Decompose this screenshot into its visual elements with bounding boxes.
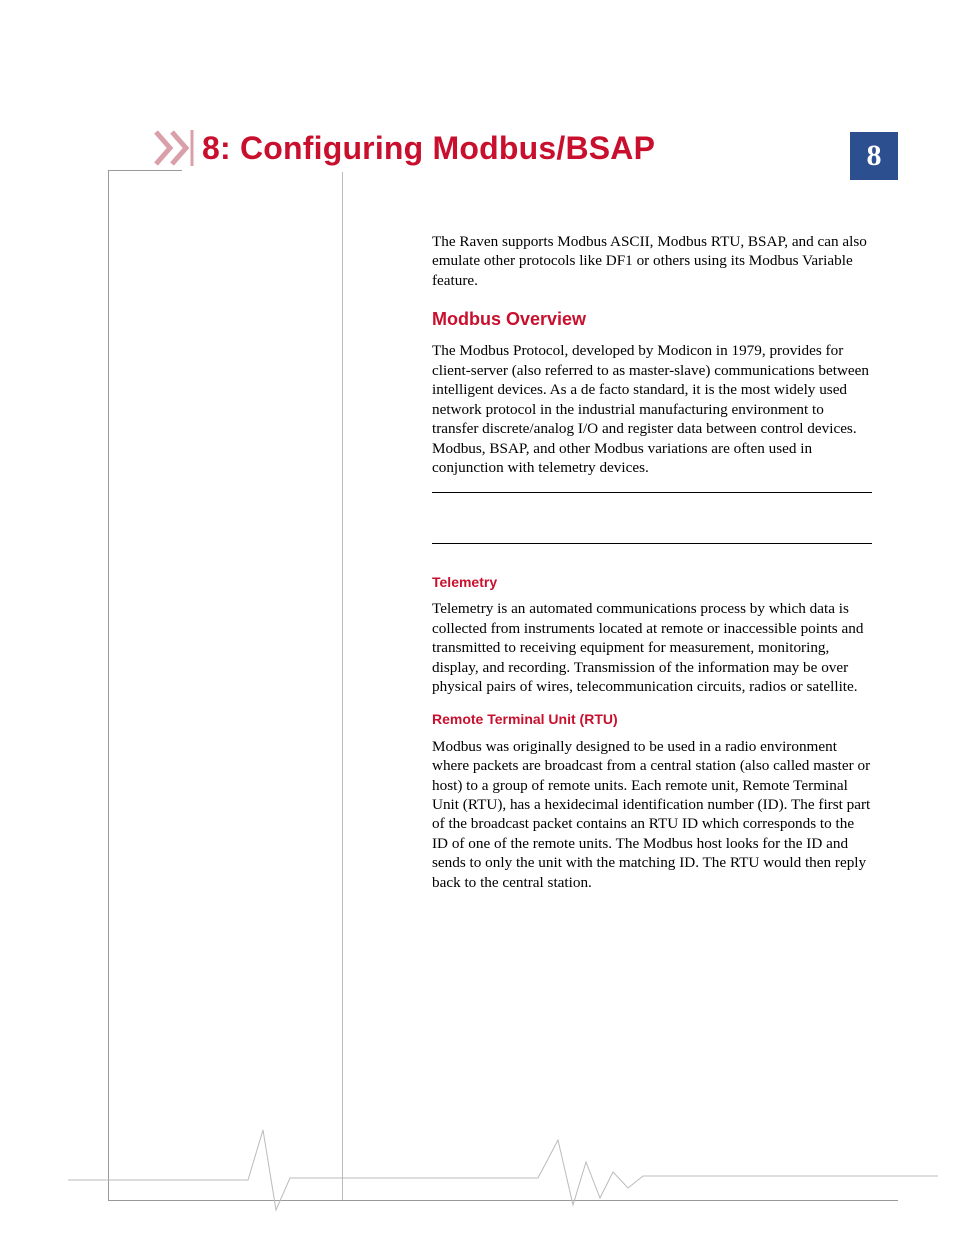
chapter-number: 8 <box>867 139 882 173</box>
chapter-number-badge: 8 <box>850 132 898 180</box>
heading-rtu: Remote Terminal Unit (RTU) <box>432 711 872 729</box>
heading-modbus-overview: Modbus Overview <box>432 308 872 331</box>
overview-paragraph: The Modbus Protocol, developed by Modico… <box>432 341 872 477</box>
section-rule-1 <box>432 492 872 493</box>
chapter-title: 8: Configuring Modbus/BSAP <box>202 130 655 167</box>
intro-paragraph: The Raven supports Modbus ASCII, Modbus … <box>432 232 872 290</box>
frame-left-rule <box>108 170 109 1200</box>
frame-top-rule <box>108 170 182 171</box>
body-content: The Raven supports Modbus ASCII, Modbus … <box>432 232 872 906</box>
telemetry-paragraph: Telemetry is an automated communications… <box>432 599 872 696</box>
page-frame: 8: Configuring Modbus/BSAP 8 The Raven s… <box>108 130 898 1200</box>
section-rule-2 <box>432 543 872 544</box>
heading-telemetry: Telemetry <box>432 574 872 592</box>
footer-waveform-icon <box>68 1100 938 1220</box>
rtu-paragraph: Modbus was originally designed to be use… <box>432 737 872 893</box>
frame-inner-rule <box>342 172 343 1200</box>
chevrons-icon <box>154 130 198 166</box>
